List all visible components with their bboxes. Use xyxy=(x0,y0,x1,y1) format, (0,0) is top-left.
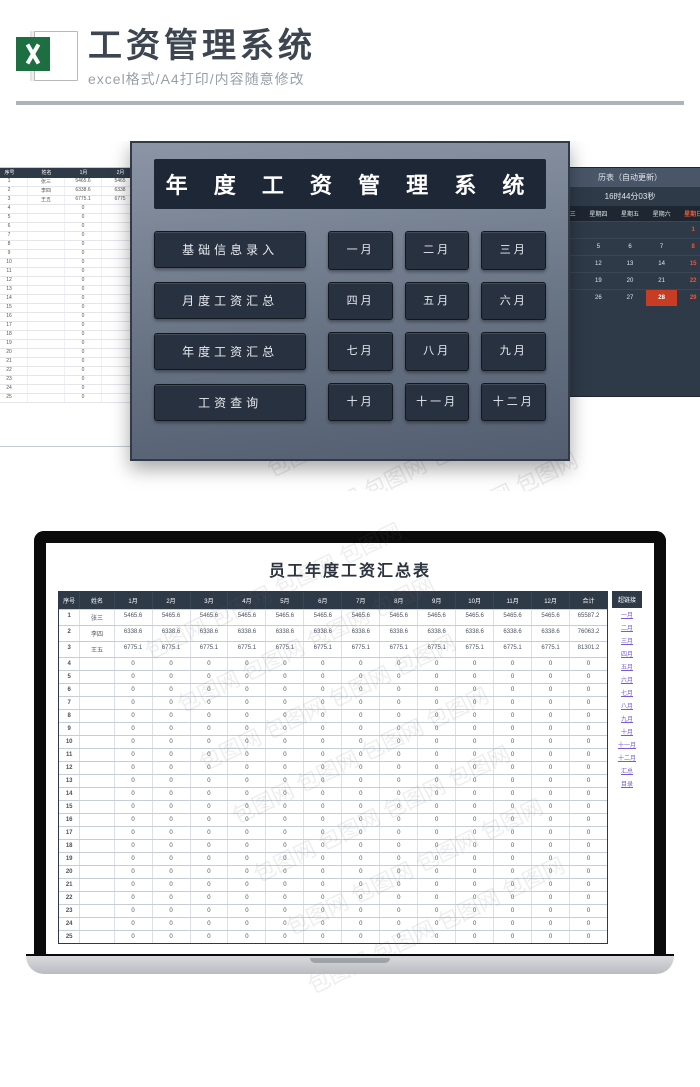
sheet-link-1[interactable]: 二月 xyxy=(612,621,642,634)
table-row: 170000000000000 xyxy=(59,826,607,839)
table-row: 160000000000000 xyxy=(59,813,607,826)
sheet-link-4[interactable]: 五月 xyxy=(612,660,642,673)
nav-month-3[interactable]: 三月 xyxy=(481,231,546,270)
sheet-link-9[interactable]: 十月 xyxy=(612,725,642,738)
summary-table: 序号姓名1月2月3月4月5月6月7月8月9月10月11月12月合计 1张三546… xyxy=(58,591,608,944)
summary-title: 员工年度工资汇总表 xyxy=(58,557,642,581)
table-row: 140000000000000 xyxy=(59,787,607,800)
table-row: 130000000000000 xyxy=(59,774,607,787)
table-row: 40000000000000 xyxy=(59,657,607,670)
page-subtitle: excel格式/A4打印/内容随意修改 xyxy=(88,69,684,89)
sheet-link-6[interactable]: 七月 xyxy=(612,686,642,699)
table-row: 3王五6775.16775.16775.16775.16775.16775.16… xyxy=(59,641,607,657)
nav-month-12[interactable]: 十二月 xyxy=(481,383,546,422)
sheet-link-12[interactable]: 汇总 xyxy=(612,764,642,777)
nav-month-1[interactable]: 一月 xyxy=(328,231,393,270)
table-row: 250000000000000 xyxy=(59,930,607,943)
mini-spreadsheet: 序号姓名1月2月 1张三5465.654652李四6338.663383王五67… xyxy=(0,167,140,447)
links-header: 超链接 xyxy=(612,591,642,608)
table-row: 1张三5465.65465.65465.65465.65465.65465.65… xyxy=(59,609,607,625)
table-row: 180000000000000 xyxy=(59,839,607,852)
sheet-link-3[interactable]: 四月 xyxy=(612,647,642,660)
template-header: 工资管理系统 excel格式/A4打印/内容随意修改 xyxy=(0,0,700,95)
nav-month-9[interactable]: 九月 xyxy=(481,332,546,371)
header-divider xyxy=(16,101,684,105)
calendar-banner: 历表（自动更新） xyxy=(551,168,700,187)
hyperlink-column: 超链接 一月二月三月四月五月六月七月八月九月十月十一月十二月汇总目录 xyxy=(612,591,642,944)
sheet-link-5[interactable]: 六月 xyxy=(612,673,642,686)
sheet-link-13[interactable]: 目录 xyxy=(612,777,642,790)
panel-title: 年 度 工 资 管 理 系 统 xyxy=(154,159,546,209)
page-title: 工资管理系统 xyxy=(88,18,684,67)
table-row: 50000000000000 xyxy=(59,670,607,683)
nav-month-7[interactable]: 七月 xyxy=(328,332,393,371)
table-row: 80000000000000 xyxy=(59,709,607,722)
nav-month-5[interactable]: 五月 xyxy=(405,282,470,321)
nav-main-2[interactable]: 年度工资汇总 xyxy=(154,333,306,370)
laptop-base xyxy=(26,954,674,974)
table-row: 120000000000000 xyxy=(59,761,607,774)
table-row: 210000000000000 xyxy=(59,878,607,891)
nav-main-3[interactable]: 工资查询 xyxy=(154,384,306,421)
nav-panel: 年 度 工 资 管 理 系 统 基础信息录入月度工资汇总年度工资汇总工资查询 一… xyxy=(130,141,570,461)
table-row: 90000000000000 xyxy=(59,722,607,735)
table-row: 220000000000000 xyxy=(59,891,607,904)
mini-calendar: 历表（自动更新） 16时44分03秒 星期三星期四星期五星期六星期日 14567… xyxy=(550,167,700,397)
nav-month-2[interactable]: 二月 xyxy=(405,231,470,270)
excel-icon xyxy=(16,23,78,85)
table-row: 70000000000000 xyxy=(59,696,607,709)
table-row: 240000000000000 xyxy=(59,917,607,930)
nav-month-6[interactable]: 六月 xyxy=(481,282,546,321)
hero-section: 包图网 包图网 包图网 包图网 包图网 包图网 包图网 包图网 包图网 包图网 … xyxy=(0,141,700,491)
nav-main-1[interactable]: 月度工资汇总 xyxy=(154,282,306,319)
table-row: 200000000000000 xyxy=(59,865,607,878)
table-row: 150000000000000 xyxy=(59,800,607,813)
table-row: 100000000000000 xyxy=(59,735,607,748)
laptop-mockup: 包图网 包图网 包图网 包图网 包图网 包图网 包图网 包图网 包图网 包图网 … xyxy=(34,531,666,974)
table-row: 230000000000000 xyxy=(59,904,607,917)
nav-main-0[interactable]: 基础信息录入 xyxy=(154,231,306,268)
table-row: 110000000000000 xyxy=(59,748,607,761)
table-row: 60000000000000 xyxy=(59,683,607,696)
sheet-link-2[interactable]: 三月 xyxy=(612,634,642,647)
nav-month-10[interactable]: 十月 xyxy=(328,383,393,422)
sheet-link-8[interactable]: 九月 xyxy=(612,712,642,725)
calendar-time: 16时44分03秒 xyxy=(551,187,700,206)
sheet-link-7[interactable]: 八月 xyxy=(612,699,642,712)
nav-month-8[interactable]: 八月 xyxy=(405,332,470,371)
nav-month-4[interactable]: 四月 xyxy=(328,282,393,321)
table-row: 190000000000000 xyxy=(59,852,607,865)
table-row: 2李四6338.66338.66338.66338.66338.66338.66… xyxy=(59,625,607,641)
sheet-link-10[interactable]: 十一月 xyxy=(612,738,642,751)
sheet-link-11[interactable]: 十二月 xyxy=(612,751,642,764)
sheet-link-0[interactable]: 一月 xyxy=(612,608,642,621)
nav-month-11[interactable]: 十一月 xyxy=(405,383,470,422)
